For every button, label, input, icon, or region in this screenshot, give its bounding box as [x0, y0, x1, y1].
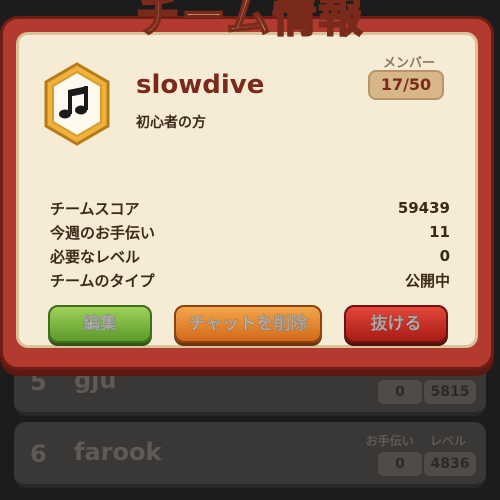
rank-number: 5: [30, 368, 47, 396]
stat-label: チームスコア: [50, 199, 140, 218]
leave-team-button[interactable]: 抜ける: [344, 305, 448, 343]
stat-label: 必要なレベル: [50, 247, 141, 266]
stat-row-team-score: チームスコア 59439: [50, 196, 450, 220]
level-label: レベル: [429, 434, 466, 448]
rank-number: 6: [30, 440, 47, 468]
delete-chat-button[interactable]: チャットを削除: [174, 305, 322, 343]
team-name: farook: [74, 438, 162, 466]
stat-value: 公開中: [404, 271, 450, 290]
team-name: gju: [74, 366, 117, 394]
stat-value: 59439: [397, 199, 450, 217]
list-item: 6 farook お手伝い レベル 0 4836: [14, 422, 486, 488]
team-stats: チームスコア 59439 今週のお手伝い 11 必要なレベル 0 チームのタイプ…: [50, 196, 450, 292]
help-label: お手伝い: [365, 434, 414, 448]
column-labels: お手伝い レベル: [354, 432, 466, 449]
help-count: 0: [378, 452, 422, 476]
stat-row-team-type: チームのタイプ 公開中: [50, 268, 450, 292]
team-description: 初心者の方: [136, 115, 206, 131]
help-count: 0: [378, 380, 422, 404]
team-name-heading: slowdive: [136, 70, 265, 100]
stat-label: 今週のお手伝い: [50, 223, 156, 242]
stat-row-weekly-help: 今週のお手伝い 11: [50, 220, 450, 244]
stat-row-required-level: 必要なレベル 0: [50, 244, 450, 268]
team-emblem: [44, 62, 110, 146]
level-value: 5815: [424, 380, 476, 404]
stat-value: 11: [429, 223, 450, 241]
stat-value: 0: [439, 247, 450, 265]
members-count: 17/50: [368, 70, 444, 100]
modal-title: チーム情報: [135, 0, 365, 43]
members-label: メンバー: [382, 56, 435, 71]
edit-button[interactable]: 編集: [48, 305, 152, 343]
stat-label: チームのタイプ: [50, 271, 155, 290]
level-value: 4836: [424, 452, 476, 476]
